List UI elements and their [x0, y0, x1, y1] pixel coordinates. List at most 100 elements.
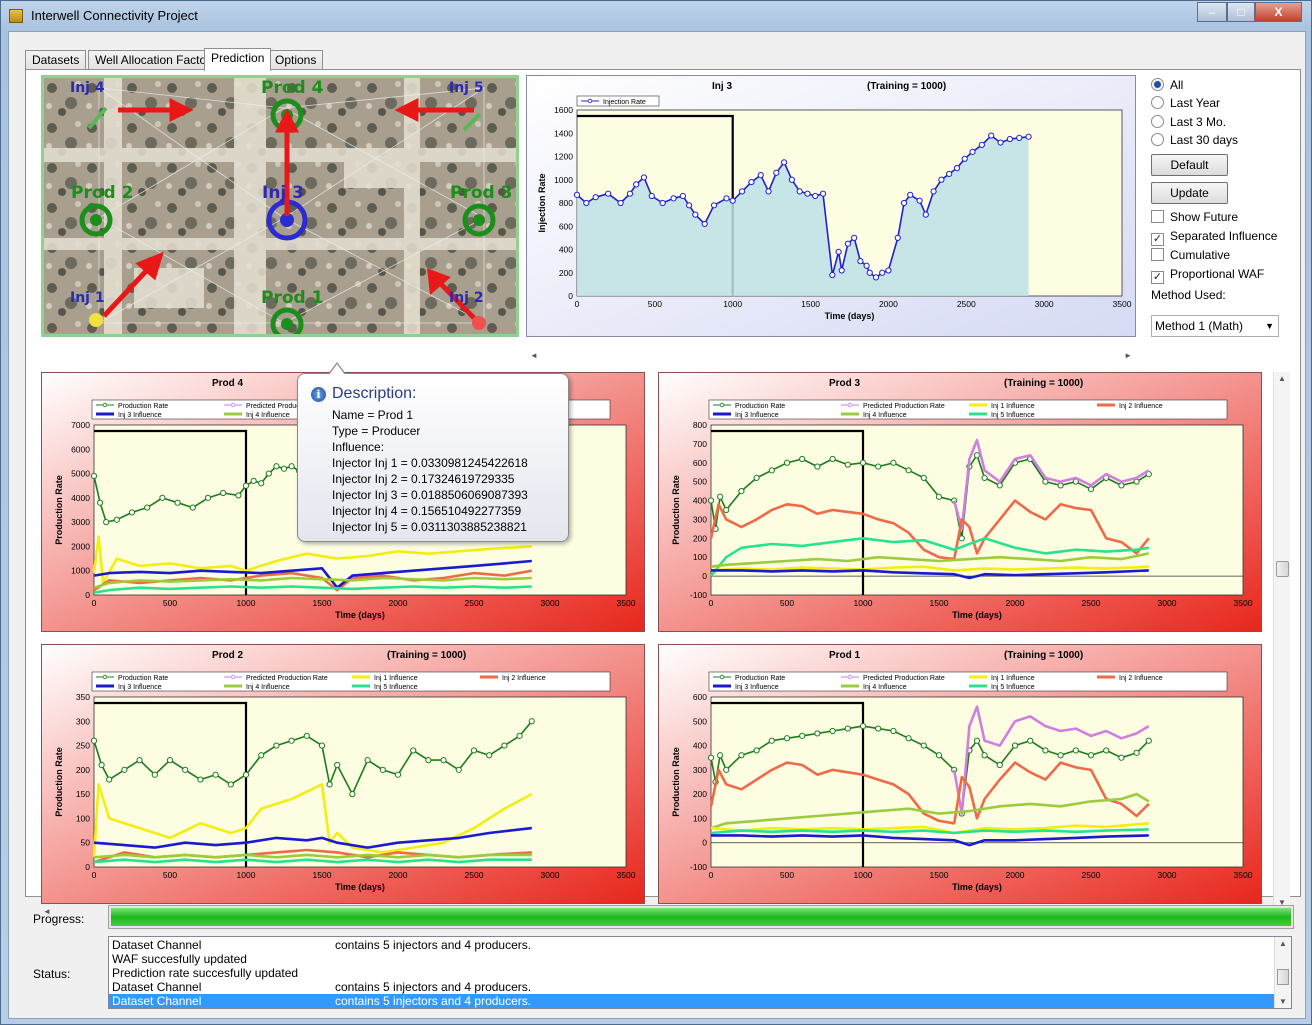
x-tick-label: 2500 — [1082, 598, 1101, 608]
legend-marker — [102, 402, 108, 408]
data-point — [692, 211, 699, 218]
legend-label: Inj 4 Influence — [246, 412, 290, 419]
status-row[interactable]: Dataset Channel contains 5 injectors and … — [109, 980, 1274, 994]
checkbox-proportional-waf[interactable]: ✓ Proportional WAF — [1151, 267, 1264, 284]
data-point — [768, 737, 775, 744]
data-point — [796, 188, 803, 195]
charts-vertical-scrollbar[interactable]: ▲ ▼ — [1273, 372, 1290, 909]
status-row[interactable]: Dataset Channel contains 5 injectors and … — [109, 938, 1274, 952]
legend-label: Inj 5 Influence — [991, 684, 1035, 691]
scroll-up-icon[interactable]: ▲ — [1279, 939, 1287, 948]
legend-label: Inj 3 Influence — [735, 684, 779, 691]
data-point — [501, 742, 508, 749]
method-select[interactable]: Method 1 (Math) ▼ — [1151, 315, 1279, 337]
default-button[interactable]: Default — [1151, 154, 1228, 176]
data-point — [592, 194, 599, 201]
data-point — [851, 234, 858, 241]
tab-datasets[interactable]: Datasets — [25, 50, 87, 70]
data-point — [1118, 482, 1125, 489]
data-point — [648, 192, 655, 200]
chart-training-label: (Training = 1000) — [867, 81, 946, 92]
map-label-inj-2[interactable]: Inj 2 — [449, 290, 484, 306]
map-label-inj-4[interactable]: Inj 4 — [70, 80, 105, 96]
data-point — [981, 474, 988, 481]
radio-last-30-days[interactable]: Last 30 days — [1151, 133, 1238, 149]
radio-all[interactable]: All — [1151, 78, 1183, 94]
map-label-inj-5[interactable]: Inj 5 — [449, 80, 484, 96]
legend-label: Inj 4 Influence — [863, 412, 907, 419]
update-button[interactable]: Update — [1151, 182, 1228, 204]
x-axis-label: Time (days) — [335, 882, 385, 892]
checkbox-separated-influence[interactable]: ✓ Separated Influence — [1151, 229, 1277, 246]
x-tick-label: 3500 — [1234, 870, 1253, 880]
data-point — [227, 781, 234, 788]
status-list[interactable]: Dataset Channel contains 5 injectors and … — [108, 936, 1292, 1009]
data-point — [804, 190, 811, 197]
minimize-button[interactable]: – — [1197, 2, 1227, 22]
status-row-selected[interactable]: Dataset Channel contains 5 injectors and … — [109, 994, 1274, 1008]
status-row[interactable]: Prediction rate succesfully updated — [109, 966, 1274, 980]
legend-label: Predicted Production Rate — [863, 675, 945, 682]
data-point — [250, 477, 257, 484]
map-label-prod-4[interactable]: Prod 4 — [261, 78, 323, 98]
tab-options[interactable]: Options — [268, 50, 324, 70]
checkbox-cumulative[interactable]: Cumulative — [1151, 248, 1230, 264]
y-tick-label: 0 — [568, 291, 573, 301]
y-tick-label: 200 — [693, 789, 707, 799]
tooltip-tail-fill — [329, 364, 345, 375]
chart-training-label: (Training = 1000) — [1004, 650, 1083, 661]
data-point — [738, 188, 746, 195]
data-point — [907, 191, 914, 198]
y-tick-label: 300 — [693, 514, 707, 524]
data-point — [159, 494, 166, 501]
status-scrollbar[interactable]: ▲ ▼ — [1274, 937, 1291, 1008]
data-point — [916, 197, 923, 204]
x-tick-label: 2000 — [389, 598, 408, 608]
maximize-button[interactable]: □ — [1227, 2, 1255, 22]
radio-last-year[interactable]: Last Year — [1151, 96, 1220, 112]
y-tick-label: 4000 — [71, 493, 90, 503]
scrollbar-thumb[interactable] — [1277, 969, 1289, 985]
scrollbar-thumb[interactable] — [1276, 561, 1289, 577]
x-tick-label: 3500 — [1234, 598, 1253, 608]
radio-label: Last 30 days — [1170, 133, 1239, 147]
data-point — [814, 463, 821, 470]
map-label-prod-1[interactable]: Prod 1 — [261, 288, 323, 308]
injection-chart-scrollbar[interactable]: ◄ ► — [528, 351, 1134, 362]
data-point — [866, 269, 873, 276]
y-tick-label: 200 — [76, 765, 90, 775]
title-bar[interactable]: Interwell Connectivity Project – □ X — [1, 1, 1311, 31]
tab-prediction[interactable]: Prediction — [204, 48, 272, 71]
data-point — [707, 754, 715, 761]
radio-icon — [1151, 115, 1164, 128]
close-button[interactable]: X — [1255, 2, 1302, 22]
chart-title: Prod 3 — [829, 378, 861, 389]
checkbox-icon — [1151, 248, 1164, 261]
data-point — [753, 474, 760, 481]
chart-prod-3: Prod 3 (Training = 1000) Production Rate Pr… — [658, 372, 1262, 632]
status-row[interactable]: WAF succesfully updated — [109, 952, 1274, 966]
data-point — [930, 188, 937, 195]
data-point — [573, 191, 581, 198]
scroll-up-icon[interactable]: ▲ — [1278, 374, 1286, 383]
map-label-prod-3[interactable]: Prod 3 — [450, 183, 512, 203]
checkbox-show-future[interactable]: Show Future — [1151, 210, 1238, 226]
tab-well-allocation-factor[interactable]: Well Allocation Factor — [88, 50, 218, 70]
data-point — [189, 504, 196, 511]
chart-training-label: (Training = 1000) — [1004, 378, 1083, 389]
scroll-down-icon[interactable]: ▼ — [1279, 997, 1287, 1006]
scroll-left-icon[interactable]: ◄ — [530, 351, 538, 360]
checkmark-icon: ✓ — [1151, 233, 1164, 246]
radio-last-3-months[interactable]: Last 3 Mo. — [1151, 115, 1226, 131]
map-label-inj-3[interactable]: Inj 3 — [262, 183, 304, 203]
y-tick-label: 200 — [693, 533, 707, 543]
well-map[interactable]: Inj 4 Prod 4 Inj 5 Prod 2 Inj 3 Prod 3 I… — [41, 75, 519, 337]
app-window: Interwell Connectivity Project – □ X Dat… — [0, 0, 1312, 1025]
map-label-inj-1[interactable]: Inj 1 — [70, 290, 105, 306]
chart-legend: Production Rate Predicted Production Rate… — [91, 671, 611, 692]
map-label-prod-2[interactable]: Prod 2 — [71, 183, 133, 203]
scroll-right-icon[interactable]: ► — [1124, 351, 1132, 360]
data-point — [978, 141, 985, 148]
x-tick-label: 2000 — [1006, 870, 1025, 880]
data-point — [103, 519, 110, 526]
